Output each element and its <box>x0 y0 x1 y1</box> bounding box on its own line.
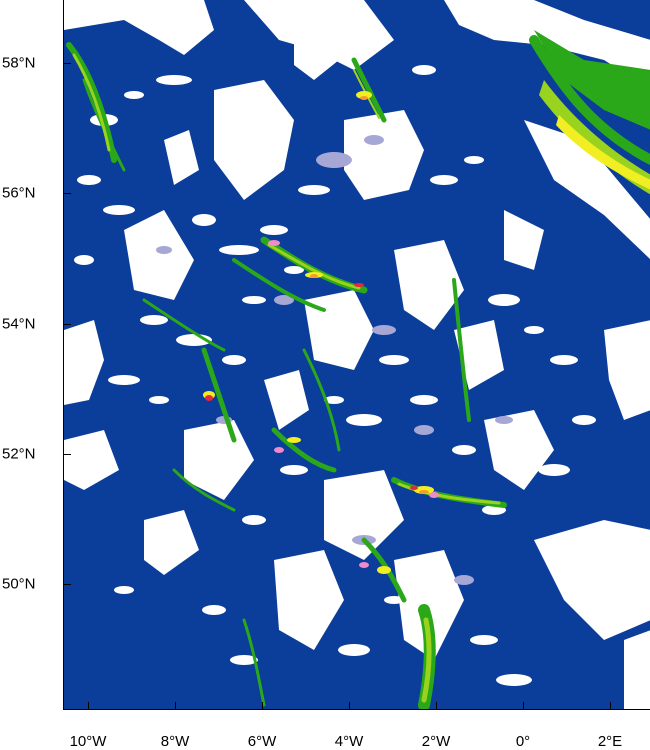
lon-label-6w: 6°W <box>247 733 277 750</box>
lon-label-4w: 4°W <box>334 733 364 750</box>
lon-tick-4w <box>349 702 350 710</box>
lat-tick-56 <box>63 193 71 194</box>
lat-label-54: 54°N <box>2 315 36 333</box>
lat-tick-52 <box>63 454 71 455</box>
map-plot-area[interactable] <box>63 0 650 710</box>
lat-tick-58 <box>63 63 71 64</box>
lat-label-52: 52°N <box>2 445 36 463</box>
lat-tick-50 <box>63 584 71 585</box>
lon-label-0: 0° <box>515 733 531 750</box>
lon-tick-2w <box>436 702 437 710</box>
lon-label-8w: 8°W <box>160 733 190 750</box>
lat-label-50: 50°N <box>2 575 36 593</box>
lon-label-2w: 2°W <box>421 733 451 750</box>
lon-label-10w: 10°W <box>69 733 107 750</box>
field-map <box>64 0 650 709</box>
lon-tick-0 <box>523 702 524 710</box>
lon-tick-2e <box>610 702 611 710</box>
lon-tick-10w <box>88 702 89 710</box>
lat-tick-54 <box>63 324 71 325</box>
lat-label-56: 56°N <box>2 184 36 202</box>
lat-label-58: 58°N <box>2 54 36 72</box>
lon-tick-8w <box>175 702 176 710</box>
lon-label-2e: 2°E <box>597 733 623 750</box>
lon-tick-6w <box>262 702 263 710</box>
